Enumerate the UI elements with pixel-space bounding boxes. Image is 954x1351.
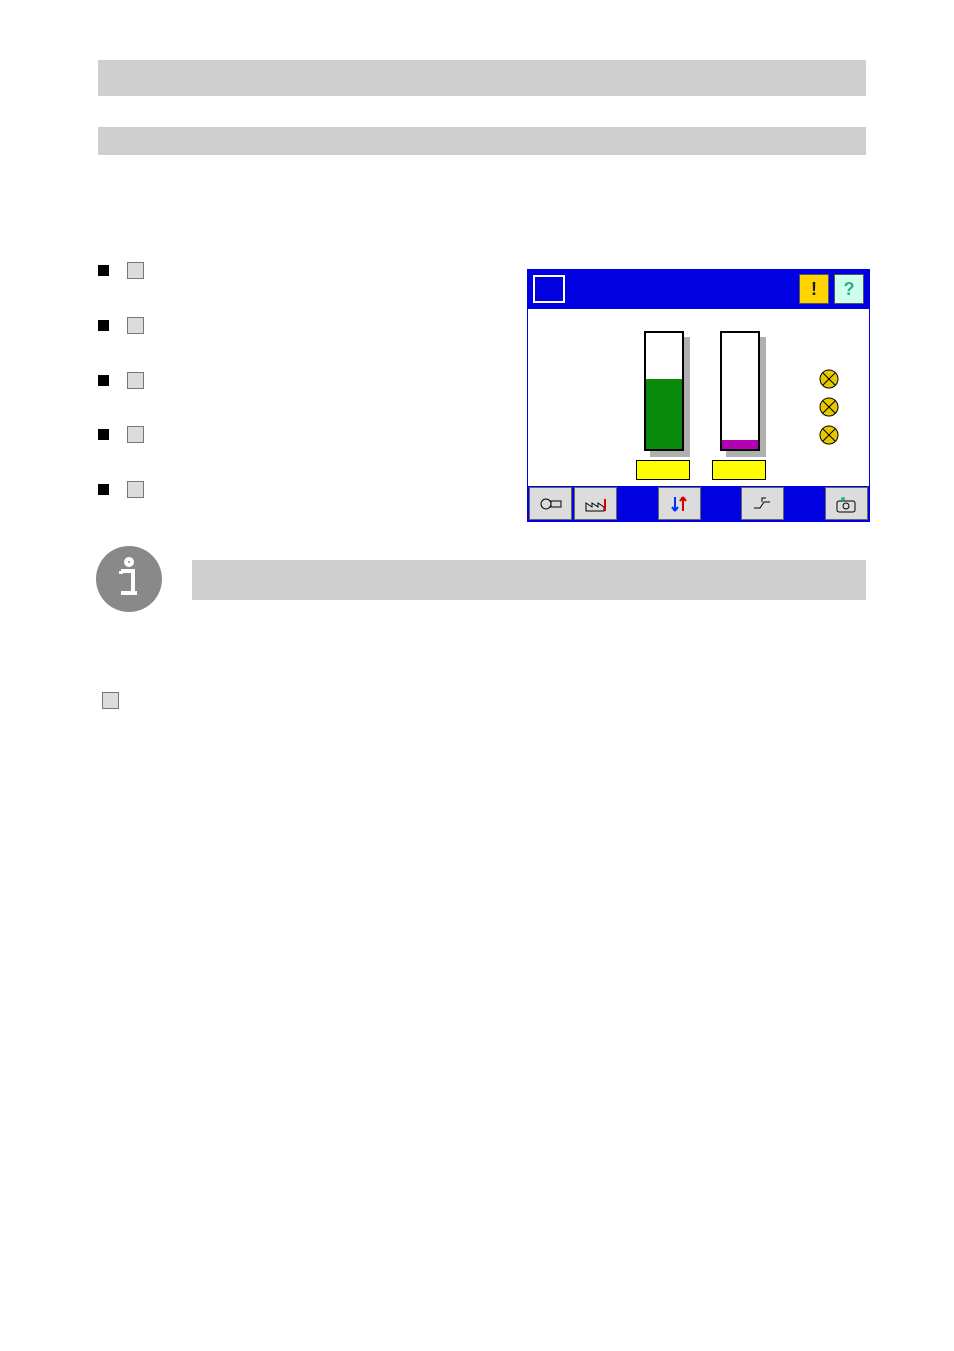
hmi-footer [528, 486, 869, 521]
info-note [96, 546, 866, 612]
indicator-lamp-icon [819, 397, 839, 417]
tank-b [720, 331, 780, 451]
adjust-brg-icon [127, 262, 144, 279]
bullet-icon [98, 375, 109, 386]
list-item [98, 481, 518, 502]
paragraph-after-info [98, 692, 868, 713]
hmi-screen: ! ? [527, 269, 870, 522]
help-button[interactable]: ? [834, 274, 864, 304]
indicator-lamps [819, 369, 839, 445]
footer-valve-button[interactable] [741, 487, 784, 520]
hmi-header: ! ? [528, 270, 869, 309]
warning-triangle-icon: ! [802, 277, 826, 301]
factory-icon [127, 317, 144, 334]
footer-updown-button[interactable] [658, 487, 701, 520]
question-mark-icon: ? [844, 279, 855, 300]
footer-adjust-button[interactable] [529, 487, 572, 520]
bullet-icon [98, 265, 109, 276]
hand-icon [127, 426, 144, 443]
tank-b-label [712, 460, 766, 480]
footer-factory-button[interactable] [574, 487, 617, 520]
heading-2-text [98, 127, 866, 133]
bullet-icon [98, 484, 109, 495]
list-item [98, 262, 518, 283]
recycle-icon [127, 481, 144, 498]
bullet-icon [98, 429, 109, 440]
tank-a-label [636, 460, 690, 480]
footer-camera-button[interactable] [825, 487, 868, 520]
up-down-arrows-icon [127, 372, 144, 389]
bullet-icon [98, 320, 109, 331]
tank-b-fill [722, 440, 758, 449]
indicator-lamp-icon [819, 369, 839, 389]
instruction-list [98, 262, 518, 502]
info-icon [96, 546, 162, 612]
heading-bar-1 [0, 60, 954, 96]
hmi-header-box [533, 275, 565, 303]
heading-bar-2 [0, 127, 954, 155]
alarm-button[interactable]: ! [799, 274, 829, 304]
instruction-column [98, 228, 518, 536]
tanks-icon [102, 692, 119, 709]
tank-a-fill [646, 379, 682, 449]
list-item [98, 317, 518, 338]
tank-a [644, 331, 704, 451]
list-item [98, 426, 518, 447]
list-item [98, 372, 518, 393]
indicator-lamp-icon [819, 425, 839, 445]
info-note-text [192, 560, 866, 600]
hmi-main [528, 309, 869, 486]
